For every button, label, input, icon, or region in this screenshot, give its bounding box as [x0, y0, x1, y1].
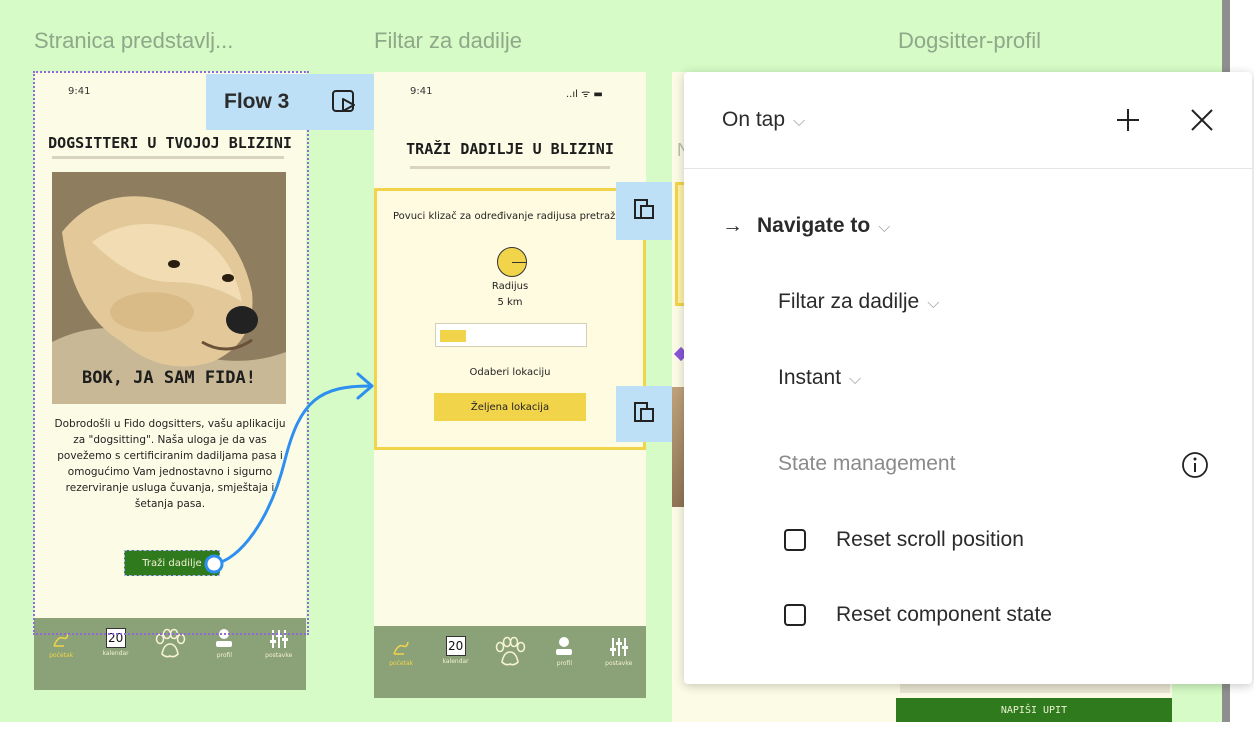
reset-scroll-checkbox[interactable]	[784, 529, 806, 551]
filter-heading: TRAŽI DADILJE U BLIZINI	[406, 140, 614, 158]
filter-heading-underline	[410, 166, 610, 169]
knob-line	[512, 262, 526, 263]
frame-selection-outline	[33, 71, 309, 635]
filter-card: Povuci klizač za određivanje radijusa pr…	[374, 188, 646, 450]
nav2-label-profile: profil	[556, 660, 572, 667]
chevron-down-icon: ⌵	[849, 371, 862, 388]
close-icon[interactable]	[1188, 106, 1216, 134]
plus-icon[interactable]	[1114, 106, 1142, 134]
nav2-label-home: početak	[389, 660, 414, 667]
bottom-navbar-2: početak 20 kalendar profil postavke	[374, 626, 646, 698]
flow-3-badge[interactable]: Flow 3	[206, 74, 374, 130]
state-management-heading: State management	[778, 452, 956, 475]
nav2-item-paw[interactable]	[490, 636, 530, 668]
settings-sliders-icon	[609, 638, 628, 656]
frame-title-stranica[interactable]: Stranica predstavlj...	[34, 28, 233, 54]
arrow-right-icon: →	[722, 214, 743, 237]
location-button[interactable]: Željena lokacija	[434, 393, 586, 421]
reset-component-label[interactable]: Reset component state	[836, 603, 1052, 627]
radius-value: 5 km	[497, 297, 523, 308]
chevron-down-icon: ⌵	[927, 295, 940, 312]
interaction-panel: On tap ⌵ → Navigate to ⌵ Filtar za dadilje ⌵…	[684, 72, 1252, 684]
home-icon	[393, 641, 409, 655]
action-dropdown[interactable]: → Navigate to ⌵	[722, 214, 890, 238]
canvas-bottom-edge	[0, 722, 1254, 740]
chevron-down-icon: ⌵	[878, 219, 891, 236]
reset-scroll-label[interactable]: Reset scroll position	[836, 528, 1024, 552]
location-label: Odaberi lokaciju	[469, 367, 551, 378]
reset-component-checkbox[interactable]	[784, 604, 806, 626]
connection-badge-1[interactable]	[616, 182, 672, 240]
trigger-label: On tap	[722, 108, 786, 131]
flow-label: Flow 3	[224, 90, 290, 113]
napisi-upit-button[interactable]: NAPIŠI UPIT	[896, 698, 1172, 722]
component-link-icon	[634, 199, 654, 219]
chevron-down-icon: ⌵	[793, 113, 806, 130]
component-link-icon	[634, 402, 654, 422]
nav2-label-settings: postavke	[605, 660, 633, 667]
nav-label-calendar: kalendar	[102, 650, 129, 657]
profile-icon	[556, 637, 573, 655]
nav2-item-home[interactable]: početak	[381, 636, 421, 667]
paw-icon	[495, 636, 526, 666]
destination-dropdown[interactable]: Filtar za dadilje ⌵	[778, 290, 939, 314]
animation-dropdown[interactable]: Instant ⌵	[778, 366, 861, 390]
status-time-2: 9:41	[410, 86, 433, 97]
calendar-icon: 20	[445, 636, 466, 656]
animation-label: Instant	[778, 366, 842, 389]
nav2-item-settings[interactable]: postavke	[599, 636, 639, 667]
location-button-label: Željena lokacija	[470, 401, 550, 413]
connection-badge-2[interactable]	[616, 386, 672, 442]
radius-slider-fill	[440, 330, 466, 342]
nav2-item-profile[interactable]: profil	[544, 636, 584, 667]
radius-knob[interactable]	[497, 247, 527, 277]
nav2-item-calendar[interactable]: 20 kalendar	[436, 636, 476, 665]
nav2-label-calendar: kalendar	[442, 658, 469, 665]
play-frame-icon	[332, 90, 355, 112]
slider-hint: Povuci klizač za određivanje radijusa pr…	[393, 211, 633, 222]
status-icons: ..ıl ᯤ ▬	[566, 89, 603, 100]
frame-title-filtar[interactable]: Filtar za dadilje	[374, 28, 522, 54]
frame-title-dogsitter-profil[interactable]: Dogsitter-profil	[898, 28, 1041, 54]
panel-header: On tap ⌵	[684, 72, 1252, 169]
destination-label: Filtar za dadilje	[778, 290, 920, 313]
info-icon[interactable]	[1180, 450, 1210, 480]
napisi-upit-label: NAPIŠI UPIT	[1000, 704, 1068, 716]
action-label: Navigate to	[757, 214, 871, 237]
radius-slider-track[interactable]	[435, 323, 587, 347]
phone-frame-filtar[interactable]: 9:41 ..ıl ᯤ ▬ TRAŽI DADILJE U BLIZINI Po…	[374, 72, 646, 698]
nav-label-home: početak	[49, 652, 74, 659]
nav-label-settings: postavke	[265, 652, 293, 659]
trigger-dropdown[interactable]: On tap ⌵	[722, 108, 805, 132]
radius-label: Radijus	[491, 281, 529, 292]
nav-label-profile: profil	[216, 652, 232, 659]
